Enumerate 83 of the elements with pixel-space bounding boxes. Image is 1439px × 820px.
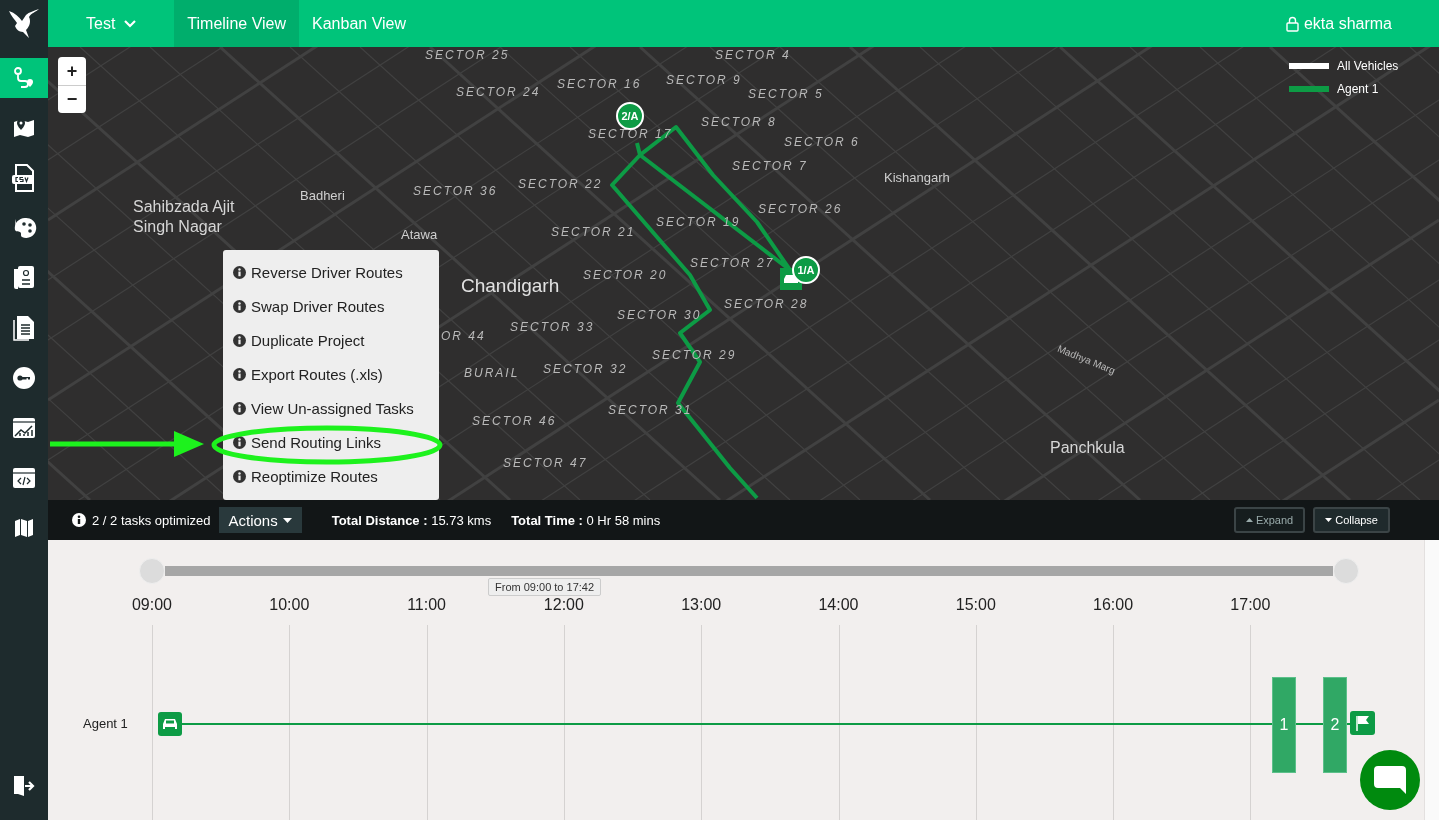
hour-label: 15:00 bbox=[954, 596, 997, 614]
legend-label: Agent 1 bbox=[1337, 82, 1379, 96]
place-label: Kishangarh bbox=[884, 170, 950, 185]
sector-label: SECTOR 36 bbox=[413, 184, 498, 198]
zoom-out-button[interactable]: − bbox=[58, 85, 86, 113]
sector-label: SECTOR 28 bbox=[724, 297, 809, 311]
sector-label: SECTOR 30 bbox=[617, 308, 702, 322]
sector-label: SECTOR 20 bbox=[583, 268, 668, 282]
sector-label: SECTOR 32 bbox=[543, 362, 628, 376]
legend-label: All Vehicles bbox=[1337, 59, 1399, 73]
invoice-icon bbox=[12, 265, 36, 291]
sector-label: SECTOR 9 bbox=[666, 73, 742, 87]
sector-label: SECTOR 4 bbox=[715, 48, 791, 62]
sector-label: SECTOR 27 bbox=[690, 256, 775, 270]
place-label: Atawa bbox=[401, 227, 438, 242]
menu-item[interactable]: View Un-assigned Tasks bbox=[223, 391, 439, 425]
range-handle[interactable] bbox=[139, 558, 165, 584]
code-window-icon bbox=[12, 467, 36, 489]
menu-item[interactable]: Duplicate Project bbox=[223, 323, 439, 357]
caret-icon bbox=[1325, 518, 1333, 522]
sector-label: SECTOR 7 bbox=[732, 159, 808, 173]
hour-label: 11:00 bbox=[406, 596, 447, 614]
hour-label: 10:00 bbox=[268, 596, 311, 614]
chevron-down-icon bbox=[124, 19, 137, 28]
hour-label: 13:00 bbox=[680, 596, 723, 614]
sector-label: SECTOR 6 bbox=[784, 135, 860, 149]
sector-label: SECTOR 22 bbox=[518, 177, 603, 191]
place-label: Sahibzada Ajit Singh Nagar bbox=[133, 197, 235, 237]
route-icon bbox=[12, 66, 36, 90]
info-icon bbox=[233, 367, 246, 381]
hour-label: 12:00 bbox=[542, 596, 585, 614]
sector-label: SECTOR 8 bbox=[701, 115, 777, 129]
collapse-button[interactable]: Collapse bbox=[1313, 507, 1390, 533]
hour-label: 14:00 bbox=[817, 596, 860, 614]
sector-label: SECTOR 21 bbox=[551, 225, 636, 239]
info-icon bbox=[233, 299, 246, 313]
analytics-chart-icon bbox=[12, 417, 36, 439]
sector-label: SECTOR 47 bbox=[503, 456, 588, 470]
place-label: Panchkula bbox=[1050, 438, 1125, 458]
stop-pin[interactable]: 2/A bbox=[616, 102, 644, 130]
info-icon bbox=[233, 333, 246, 347]
info-icon bbox=[233, 401, 246, 415]
sector-label: SECTOR 26 bbox=[758, 202, 843, 216]
hour-label: 17:00 bbox=[1229, 596, 1272, 614]
menu-item[interactable]: Reverse Driver Routes bbox=[223, 255, 439, 289]
info-icon bbox=[233, 469, 246, 483]
info-icon bbox=[72, 513, 86, 527]
range-handle[interactable] bbox=[1333, 558, 1359, 584]
hour-label: 09:00 bbox=[130, 596, 173, 614]
chat-bubble-icon bbox=[1374, 766, 1406, 794]
csv-file-icon bbox=[11, 164, 37, 192]
sector-label: SECTOR 24 bbox=[456, 85, 541, 99]
tasks-optimized-text: 2 / 2 tasks optimized bbox=[92, 512, 211, 528]
place-label: Chandigarh bbox=[461, 275, 560, 297]
info-icon bbox=[233, 435, 246, 449]
zoom-in-button[interactable]: + bbox=[58, 57, 86, 85]
actions-button[interactable]: Actions bbox=[218, 507, 302, 533]
hour-label: 16:00 bbox=[1092, 596, 1135, 614]
document-icon bbox=[13, 315, 35, 341]
sector-label: SECTOR 33 bbox=[510, 320, 595, 334]
sector-label: OR 44 bbox=[441, 329, 486, 343]
total-time-text: Total Time : 0 Hr 58 mins bbox=[511, 512, 661, 528]
folded-map-icon bbox=[14, 518, 34, 538]
caret-up-icon bbox=[1245, 518, 1253, 522]
caret-icon bbox=[282, 517, 292, 523]
info-icon bbox=[233, 265, 246, 279]
menu-item[interactable]: Export Routes (.xls) bbox=[223, 357, 439, 391]
key-icon bbox=[12, 366, 36, 390]
sector-label: SECTOR 16 bbox=[557, 77, 642, 91]
sector-label: BURAIL bbox=[464, 366, 520, 380]
agent-label: Agent 1 bbox=[83, 716, 128, 731]
logout-icon bbox=[12, 774, 36, 798]
menu-item[interactable]: Swap Driver Routes bbox=[223, 289, 439, 323]
stop-pin[interactable]: 1/A bbox=[792, 256, 820, 284]
lock-icon bbox=[1285, 15, 1299, 32]
menu-item[interactable]: Reoptimize Routes bbox=[223, 459, 439, 493]
range-tooltip: From 09:00 to 17:42 bbox=[488, 578, 602, 596]
sector-label: SECTOR 5 bbox=[748, 87, 824, 101]
time-range-slider[interactable] bbox=[139, 558, 1359, 584]
total-distance-text: Total Distance : 15.73 kms bbox=[331, 512, 492, 528]
place-label: Badheri bbox=[300, 188, 345, 203]
sector-label: SECTOR 25 bbox=[425, 48, 510, 62]
sector-label: SECTOR 46 bbox=[472, 414, 557, 428]
